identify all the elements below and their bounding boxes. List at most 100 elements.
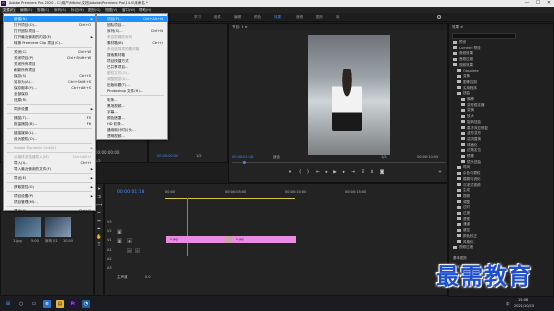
effects-tree-item[interactable]: 时间 xyxy=(457,165,470,170)
effects-tree-item[interactable]: 变换 xyxy=(461,108,474,113)
maximize-button[interactable]: ☐ xyxy=(533,0,543,7)
new-submenu-item[interactable]: 透明视频... xyxy=(97,133,167,139)
effects-tree-item[interactable]: 果冻效应修复 xyxy=(461,126,488,131)
file-menu-item[interactable]: 批量捕捉(B)... F6 xyxy=(4,121,95,127)
program-fit-dropdown[interactable]: 适合 xyxy=(273,155,280,160)
workspace-effects[interactable]: 效果 xyxy=(274,15,281,20)
effects-tree-item[interactable]: 杂色与颗粒 xyxy=(457,171,481,176)
effects-tree-item[interactable]: 视频 xyxy=(457,194,470,199)
export-frame-icon[interactable]: ◙ xyxy=(379,170,385,176)
premiere-taskbar-icon[interactable]: Pr xyxy=(69,300,77,308)
file-menu-item[interactable]: 设为脱机(O)... xyxy=(4,136,95,142)
workspace-graphics[interactable]: 图形 xyxy=(316,15,323,20)
track-lock-v2[interactable]: ◙ xyxy=(117,229,122,234)
file-menu-item[interactable]: 导出(E) ▶ xyxy=(4,175,95,181)
minimize-button[interactable]: — xyxy=(522,0,532,7)
file-menu-item[interactable]: 同步设置 ▶ xyxy=(4,106,95,112)
track-solo-a1[interactable]: S xyxy=(135,248,140,253)
track-eye-v1[interactable]: ◉ xyxy=(127,238,132,243)
step-back-icon[interactable]: ◂ xyxy=(323,170,329,176)
file-menu-item[interactable]: 导入最近使用的文件(F) ▶ xyxy=(4,166,95,172)
browser-icon[interactable]: e xyxy=(43,300,51,308)
selection-tool-icon[interactable]: ➤ xyxy=(96,187,102,193)
effects-tree-item[interactable]: 通道 xyxy=(457,222,470,227)
effects-tree-item[interactable]: 颜色校正 xyxy=(457,234,477,239)
timeline-clip[interactable]: 1.jpg xyxy=(232,236,296,243)
track-mute-a1[interactable]: M xyxy=(127,248,132,253)
effects-tree-item[interactable]: 生成 xyxy=(457,188,470,193)
close-button[interactable]: ✕ xyxy=(544,0,554,7)
hand-tool-icon[interactable]: ✋ xyxy=(96,235,102,241)
effects-tree-item[interactable]: 旋转扭曲 xyxy=(461,120,481,125)
effects-tree-item[interactable]: 过时 xyxy=(457,205,470,210)
track-select-icon[interactable]: ⇉ xyxy=(96,195,102,201)
new-submenu-item[interactable]: Photoshop 文件(H)... xyxy=(97,88,167,94)
workspace-libraries[interactable]: 库 xyxy=(336,15,340,20)
effects-tree-item[interactable]: 变形稳定器 xyxy=(461,103,485,108)
program-scrubber[interactable] xyxy=(232,162,446,163)
effects-tree-item[interactable]: 透视 xyxy=(457,217,470,222)
file-menu-item[interactable]: 项目管理(M)... xyxy=(4,199,95,205)
windows-start-icon[interactable]: ⊞ xyxy=(4,300,12,308)
ime-language[interactable]: 中 xyxy=(506,302,510,307)
taskbar-clock[interactable]: 15:08 xyxy=(518,298,528,302)
effects-tree-item[interactable]: 镜像 xyxy=(461,154,474,159)
effects-tree-item[interactable]: 沉浸式视频 xyxy=(457,183,481,188)
search-icon[interactable] xyxy=(437,15,441,19)
taskbar-date[interactable]: 2021/10/15 xyxy=(514,304,534,308)
program-monitor-tab[interactable]: 节目: 1 ≡ xyxy=(229,24,447,30)
program-zoom-level[interactable]: 1/2 xyxy=(381,155,387,159)
play-icon[interactable]: ▶ xyxy=(332,170,338,176)
effects-search-input[interactable] xyxy=(452,33,516,39)
workspace-color[interactable]: 颜色 xyxy=(254,15,261,20)
go-to-in-icon[interactable]: ⇤ xyxy=(315,170,321,176)
effects-tree-item[interactable]: 音频过渡 xyxy=(453,57,473,62)
essential-graphics-tab[interactable]: 基本图形 xyxy=(453,256,467,261)
effects-tree-item[interactable]: Lumetri 预设 xyxy=(453,46,481,51)
mark-in-icon[interactable]: { xyxy=(297,170,303,176)
file-menu-item[interactable]: 转换 Premiere Clip 项目(C)... xyxy=(4,40,95,46)
track-lock-v1[interactable]: ◙ xyxy=(117,238,122,243)
effects-tree-item[interactable]: 偏移 xyxy=(461,97,474,102)
file-explorer-icon[interactable]: ▤ xyxy=(56,300,64,308)
effects-tree-item[interactable]: 视频过渡 xyxy=(453,245,473,250)
pen-tool-icon[interactable]: ✒ xyxy=(96,227,102,233)
project-thumbnail-clip[interactable] xyxy=(15,217,41,237)
timeline-playhead[interactable] xyxy=(187,198,188,256)
effects-tree-item[interactable]: 模糊与锐化 xyxy=(457,177,481,182)
effects-tree-item[interactable]: 镜头扭曲 xyxy=(461,160,481,165)
effects-tree-item[interactable]: 扭曲 xyxy=(457,91,470,96)
slip-tool-icon[interactable]: ↔ xyxy=(96,219,102,225)
effects-panel-tab[interactable]: 效果 ≡ xyxy=(449,24,553,30)
lift-icon[interactable]: ⊼ xyxy=(360,170,366,176)
chat-app-icon[interactable]: ◔ xyxy=(82,300,90,308)
step-forward-icon[interactable]: ▸ xyxy=(341,170,347,176)
effects-tree-item[interactable]: 调整 xyxy=(457,200,470,205)
go-to-out-icon[interactable]: ⇥ xyxy=(350,170,356,176)
effects-tree-item[interactable]: 湍流置换 xyxy=(461,137,481,142)
effects-tree-item[interactable]: 音频效果 xyxy=(453,51,473,56)
effects-tree-item[interactable]: 变换 xyxy=(457,74,470,79)
effects-tree-item[interactable]: 过渡 xyxy=(457,211,470,216)
extract-icon[interactable]: ⊻ xyxy=(369,170,375,176)
task-view-icon[interactable]: ▭ xyxy=(30,300,38,308)
file-menu-item[interactable]: 还原(R) xyxy=(4,97,95,103)
effects-tree-item[interactable]: 风格化 xyxy=(457,240,474,245)
ripple-edit-icon[interactable]: ⟷ xyxy=(96,203,102,209)
add-button-icon[interactable]: + xyxy=(437,170,443,176)
effects-tree-item[interactable]: 图像控制 xyxy=(457,80,477,85)
marker-icon[interactable]: ▾ xyxy=(287,170,293,176)
search-taskbar-icon[interactable]: ○ xyxy=(17,300,25,308)
effects-tree-item[interactable]: Obsolete xyxy=(457,69,479,74)
workspace-editing[interactable]: 编辑 xyxy=(234,15,241,20)
timeline-clip[interactable]: 1.jpg xyxy=(166,236,230,243)
type-tool-icon[interactable]: T xyxy=(96,243,102,249)
effects-tree-item[interactable]: 视频效果 xyxy=(453,63,473,68)
file-menu-item[interactable]: 获取属性(G) ▶ xyxy=(4,184,95,190)
work-area-bar[interactable] xyxy=(165,198,295,199)
workspace-learn[interactable]: 学习 xyxy=(194,15,201,20)
effects-tree-item[interactable]: 预设 xyxy=(453,40,466,45)
workspace-audio[interactable]: 音频 xyxy=(296,15,303,20)
workspace-assembly[interactable]: 组件 xyxy=(214,15,221,20)
mark-out-icon[interactable]: } xyxy=(305,170,311,176)
